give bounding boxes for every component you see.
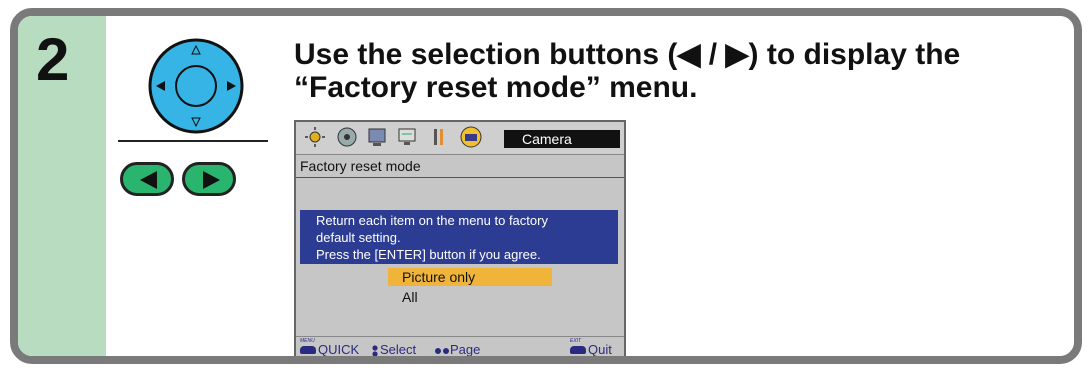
step-number: 2 [36, 26, 70, 93]
tools-icon [434, 129, 443, 145]
select-label: Select [380, 342, 417, 357]
quit-label: Quit [588, 342, 612, 357]
message-line: Press the [ENTER] button if you agree. [316, 247, 541, 262]
exit-key-label: EXIT [570, 338, 582, 344]
message-box: Return each item on the menu to factory … [300, 210, 618, 264]
message-line: default setting. [316, 230, 401, 245]
monitor-icon [368, 128, 386, 146]
page-hint: Page [434, 342, 481, 357]
quick-hint: MENU QUICK [300, 338, 360, 357]
select-hint: Select [370, 342, 417, 357]
instruction-line-2: “Factory reset mode” menu. [294, 71, 698, 104]
page-key-icon [435, 347, 449, 354]
menu-icon-bar: Camera [296, 122, 624, 155]
title-divider [296, 177, 624, 178]
select-key-icon [372, 344, 378, 356]
quit-hint: EXIT Quit [570, 338, 612, 357]
option-picture-only[interactable]: Picture only [388, 268, 552, 286]
step-box: 2 Use the selection buttons (◀ / ▶) to d… [10, 8, 1082, 364]
screen-footer: MENU QUICK Select Page EXIT Quit [296, 338, 624, 357]
left-arrow-button-icon [120, 162, 174, 196]
screen-icon [398, 128, 416, 145]
exit-key-icon [570, 345, 586, 354]
osd-screen: Camera Factory reset mode Return each it… [294, 120, 626, 357]
quick-label: QUICK [318, 342, 360, 357]
menu-key-icon [300, 345, 316, 354]
message-line: Return each item on the menu to factory [316, 213, 548, 228]
dpad-icon [148, 38, 244, 134]
right-arrow-button-icon [182, 162, 236, 196]
disc-icon [337, 127, 357, 147]
divider-line [118, 140, 268, 142]
brightness-icon [305, 127, 325, 147]
option-all[interactable]: All [388, 288, 552, 306]
camera-settings-icon [460, 126, 482, 148]
category-label: Camera [504, 130, 620, 148]
instruction-line-1: Use the selection buttons (◀ / ▶) to dis… [294, 38, 961, 71]
menu-key-label: MENU [300, 338, 315, 344]
menu-title: Factory reset mode [300, 158, 421, 174]
page-label: Page [450, 342, 481, 357]
footer-divider [296, 336, 624, 337]
instruction-text: Use the selection buttons (◀ / ▶) to dis… [294, 38, 1074, 104]
